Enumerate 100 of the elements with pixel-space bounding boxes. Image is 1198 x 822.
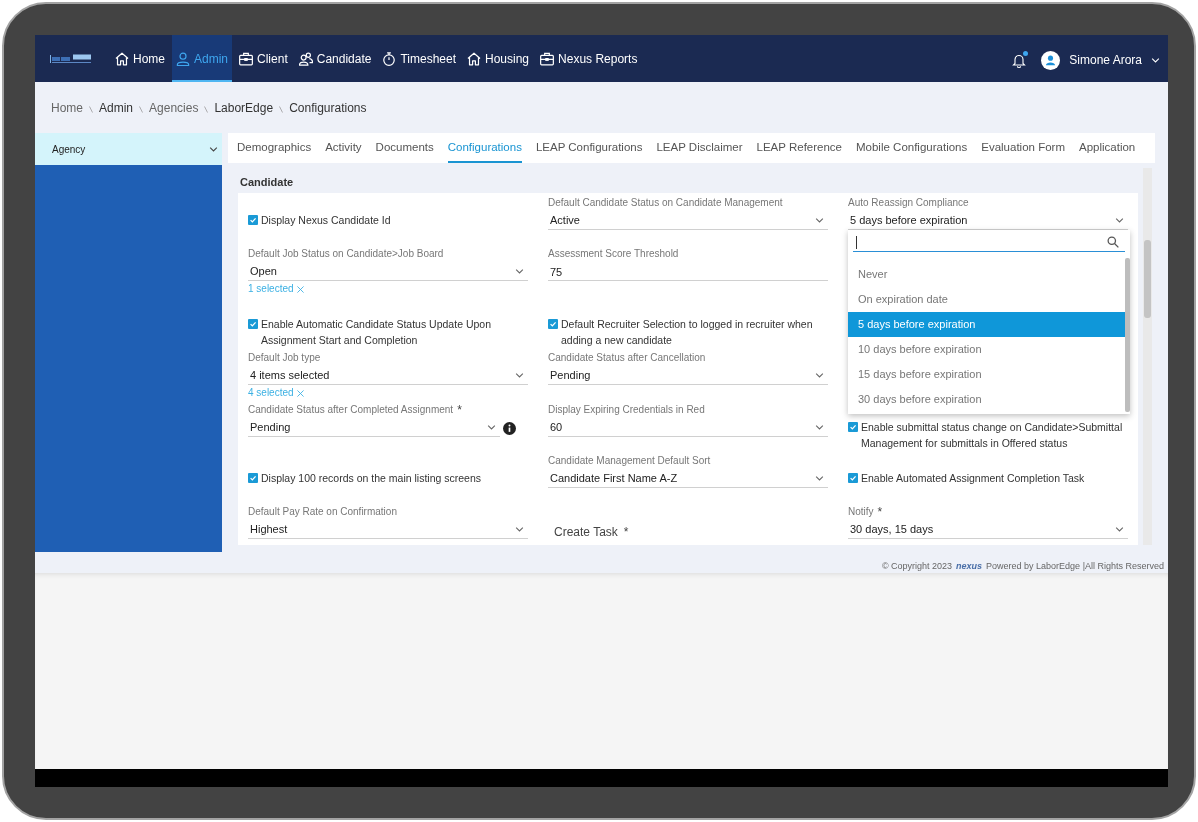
required-mark: * — [457, 403, 462, 417]
breadcrumb-current: Configurations — [289, 99, 367, 117]
field-label: Candidate Status after Cancellation — [548, 351, 706, 365]
sidebar-item[interactable]: Agency — [35, 133, 222, 165]
dropdown-option[interactable]: 15 days before expiration — [848, 362, 1125, 387]
checkbox-label: Display Nexus Candidate Id — [261, 213, 391, 228]
breadcrumb-link[interactable]: LaborEdge — [214, 98, 274, 117]
checkbox[interactable] — [248, 473, 258, 483]
chevron-down-icon — [487, 425, 496, 430]
tab[interactable]: Documents — [375, 133, 434, 163]
field-label: Candidate Management Default Sort — [548, 454, 711, 468]
field-label: Display Expiring Credentials in Red — [548, 403, 705, 417]
field-label: Default Job type — [248, 351, 321, 365]
home-icon — [467, 51, 481, 66]
chevron-down-icon — [815, 425, 824, 430]
scrollbar-thumb[interactable] — [1144, 240, 1151, 318]
select-field[interactable]: Pending — [248, 419, 500, 437]
brand-logo: nexus — [956, 560, 983, 572]
chevron-down-icon — [815, 373, 824, 378]
chevron-down-icon — [1115, 218, 1124, 223]
select-field[interactable]: Pending — [548, 367, 828, 385]
avatar-icon[interactable] — [1041, 50, 1061, 70]
scrollbar-thumb[interactable] — [1125, 258, 1130, 412]
select-field[interactable]: Highest — [248, 521, 528, 539]
field-label: Default Candidate Status on Candidate Management — [548, 196, 783, 210]
tab[interactable]: Application — [1078, 133, 1136, 163]
tab[interactable]: Evaluation Form — [981, 133, 1065, 163]
brand-logo-icon — [50, 53, 92, 64]
clear-icon[interactable] — [296, 389, 304, 397]
bell-icon[interactable] — [1012, 52, 1027, 68]
chevron-down-icon — [209, 146, 218, 152]
field-label: Assessment Score Threshold — [548, 247, 679, 261]
search-field[interactable] — [853, 233, 1125, 252]
field-label: Create Task — [554, 525, 618, 539]
checkbox[interactable] — [548, 319, 558, 329]
select-field[interactable]: Active — [548, 212, 828, 230]
chevron-down-icon — [515, 373, 524, 378]
home-icon — [115, 51, 129, 66]
checkbox-label: Enable Automated Assignment Completion Task — [861, 471, 1085, 486]
breadcrumb-link[interactable]: Home — [51, 98, 83, 117]
field-label: Default Pay Rate on Confirmation — [248, 505, 397, 519]
user-name[interactable]: Simone Arora — [1069, 51, 1142, 69]
select-field[interactable]: 30 days, 15 days — [848, 521, 1128, 539]
nav-tab[interactable]: Timesheet — [378, 35, 460, 82]
tab[interactable]: Demographics — [237, 133, 312, 163]
tab[interactable]: LEAP Reference — [756, 133, 842, 163]
breadcrumb-separator-icon — [204, 106, 209, 113]
chevron-down-icon — [515, 269, 524, 274]
chevron-down-icon — [1115, 527, 1124, 532]
breadcrumb-link[interactable]: Agencies — [149, 98, 199, 117]
briefcase-icon — [239, 51, 254, 66]
chevron-down-icon — [1151, 57, 1160, 63]
checkbox-label: Display 100 records on the main listing screens — [261, 471, 482, 486]
text-cursor — [856, 235, 857, 249]
dropdown-option[interactable]: On expiration date — [848, 287, 1125, 312]
nav-tab[interactable]: Client — [235, 35, 292, 82]
search-icon — [1107, 236, 1119, 248]
required-mark: * — [623, 525, 629, 539]
tab[interactable]: Mobile Configurations — [856, 133, 968, 163]
checkbox[interactable] — [248, 215, 258, 225]
nav-tab[interactable]: Candidate — [294, 35, 376, 82]
select-field[interactable]: 4 items selected — [248, 367, 528, 385]
briefcase-icon — [540, 51, 555, 66]
stopwatch-icon — [382, 51, 397, 66]
checkbox-label: Default Recruiter Selection to logged in recruiter when adding a new candidate — [561, 317, 814, 348]
tab[interactable]: Configurations — [447, 133, 522, 163]
nav-tab[interactable]: Nexus Reports — [536, 35, 642, 82]
select-field[interactable]: Open — [248, 263, 528, 281]
text-input[interactable]: 75 — [548, 263, 828, 281]
nav-tab[interactable]: Admin — [172, 35, 233, 82]
field-label: Notify — [848, 505, 874, 519]
chevron-down-icon — [515, 527, 524, 532]
chevron-down-icon — [815, 218, 824, 223]
tab[interactable]: Activity — [325, 133, 362, 163]
checkbox[interactable] — [248, 319, 258, 329]
checkbox[interactable] — [848, 473, 858, 483]
dropdown-option[interactable]: 30 days before expiration — [848, 387, 1125, 412]
tab[interactable]: LEAP Configurations — [535, 133, 643, 163]
nav-tab[interactable]: Home — [111, 35, 169, 82]
field-label: Default Job Status on Candidate>Job Board — [248, 247, 444, 261]
clear-icon[interactable] — [296, 285, 304, 293]
breadcrumb-link[interactable]: Admin — [99, 98, 134, 117]
checkbox[interactable] — [848, 422, 858, 432]
field-label: Candidate Status after Completed Assignment — [248, 403, 454, 417]
dropdown-option[interactable]: Never — [848, 262, 1125, 287]
required-mark: * — [877, 505, 883, 519]
checkbox-label: Enable submittal status change on Candidate>Submittal Management for submittals in Offered status — [861, 420, 1124, 451]
tab[interactable]: LEAP Disclaimer — [656, 133, 743, 163]
breadcrumb-separator-icon — [139, 106, 144, 113]
section-title: Candidate — [240, 175, 294, 189]
breadcrumb-separator-icon — [89, 106, 93, 113]
chevron-down-icon — [815, 476, 824, 481]
select-field[interactable]: Candidate First Name A-Z — [548, 470, 828, 488]
field-label: Auto Reassign Compliance — [848, 196, 969, 210]
people-icon — [298, 51, 313, 66]
copyright-text: © Copyright 2023 — [881, 560, 953, 572]
nav-tab[interactable]: Housing — [463, 35, 534, 82]
info-icon[interactable] — [503, 421, 516, 435]
dropdown-option[interactable]: 10 days before expiration — [848, 337, 1125, 362]
select-field[interactable]: 60 — [548, 419, 828, 437]
